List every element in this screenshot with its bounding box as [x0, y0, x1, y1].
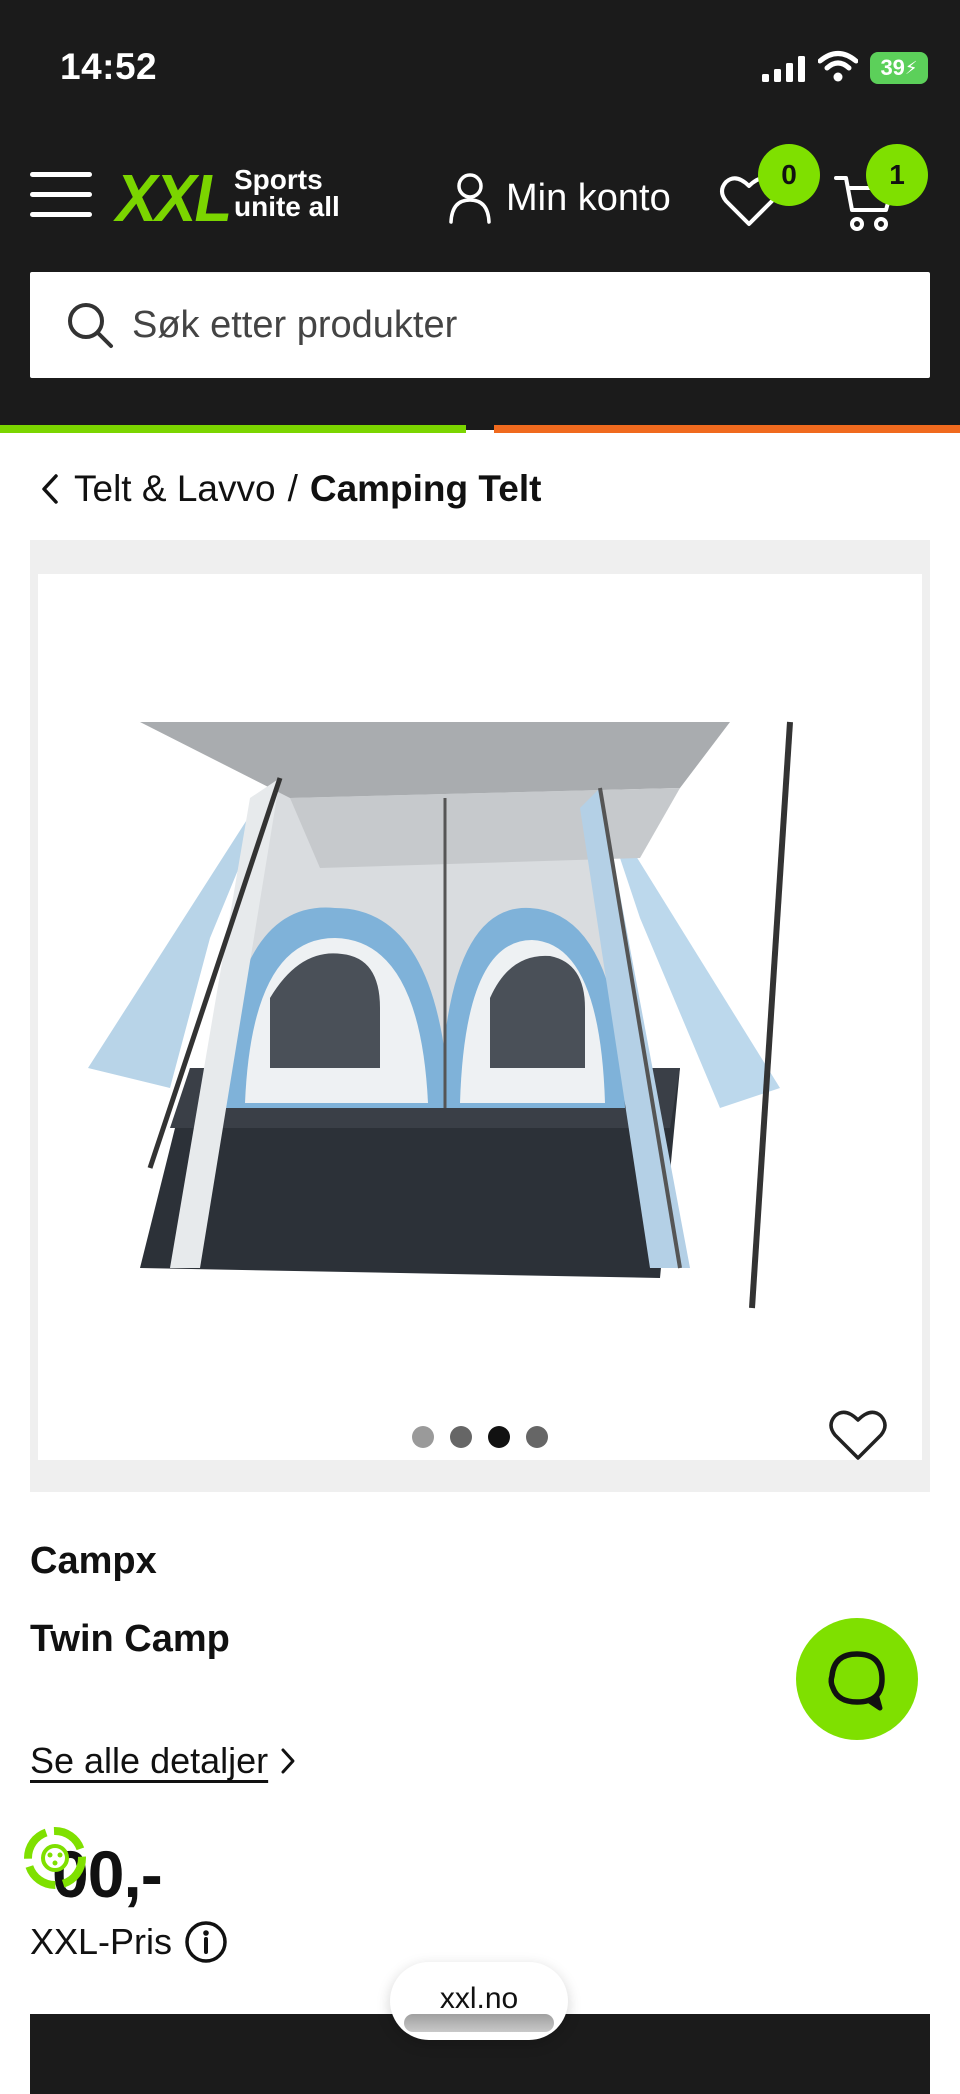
accent-strip-green	[0, 425, 466, 433]
tagline-line2: unite all	[234, 191, 340, 222]
carousel-dot[interactable]	[450, 1426, 472, 1448]
recycle-icon[interactable]	[18, 1820, 92, 1896]
carousel-dots[interactable]	[412, 1426, 548, 1448]
wifi-icon	[818, 51, 858, 82]
search-placeholder: Søk etter produkter	[132, 303, 458, 346]
breadcrumb: Telt & Lavvo / Camping Telt	[40, 464, 541, 514]
carousel-dot-active[interactable]	[488, 1426, 510, 1448]
breadcrumb-parent-link[interactable]: Telt & Lavvo	[74, 468, 276, 510]
chevron-right-icon	[281, 1748, 295, 1774]
status-time: 14:52	[60, 46, 158, 87]
info-icon[interactable]	[184, 1920, 228, 1964]
chevron-left-icon[interactable]	[40, 473, 60, 505]
price-label-row: XXL-Pris	[30, 1920, 228, 1964]
price-label: XXL-Pris	[30, 1921, 173, 1962]
home-indicator	[404, 2014, 554, 2032]
browser-url[interactable]: xxl.no	[390, 1982, 568, 2016]
breadcrumb-current: Camping Telt	[309, 468, 542, 509]
accent-strip-orange	[494, 425, 960, 433]
charging-icon: ⚡	[904, 57, 918, 78]
product-brand[interactable]: Campx	[30, 1540, 157, 1583]
cart-count-badge: 1	[866, 144, 928, 206]
wishlist-count-badge: 0	[758, 144, 820, 206]
account-label: Min konto	[506, 176, 671, 219]
chat-icon	[828, 1651, 885, 1711]
logo-tagline: Sports unite all	[234, 164, 364, 222]
see-all-details-link[interactable]: Se alle detaljer	[30, 1740, 296, 1782]
product-name: Twin Camp	[30, 1618, 230, 1660]
carousel-dot[interactable]	[412, 1426, 434, 1448]
tagline-line1: Sports	[234, 164, 323, 195]
logo[interactable]: XXL	[116, 160, 232, 237]
breadcrumb-separator: /	[287, 468, 298, 509]
favorite-heart-icon[interactable]	[826, 1404, 890, 1464]
menu-icon-bar	[30, 192, 92, 197]
battery-indicator: 39 ⚡	[870, 52, 928, 84]
search-icon	[68, 303, 113, 348]
account-link[interactable]: Min konto	[448, 170, 671, 226]
menu-icon-bar	[30, 172, 92, 177]
carousel-dot[interactable]	[526, 1426, 548, 1448]
menu-button[interactable]	[30, 172, 92, 218]
product-image[interactable]	[80, 708, 800, 1318]
cellular-signal-icon	[762, 56, 805, 82]
chat-button[interactable]	[796, 1618, 918, 1740]
menu-icon-bar	[30, 212, 92, 217]
user-icon	[449, 173, 491, 224]
search-input[interactable]: Søk etter produkter	[30, 272, 930, 378]
details-link-label: Se alle detaljer	[30, 1740, 269, 1781]
battery-level: 39	[880, 55, 905, 80]
